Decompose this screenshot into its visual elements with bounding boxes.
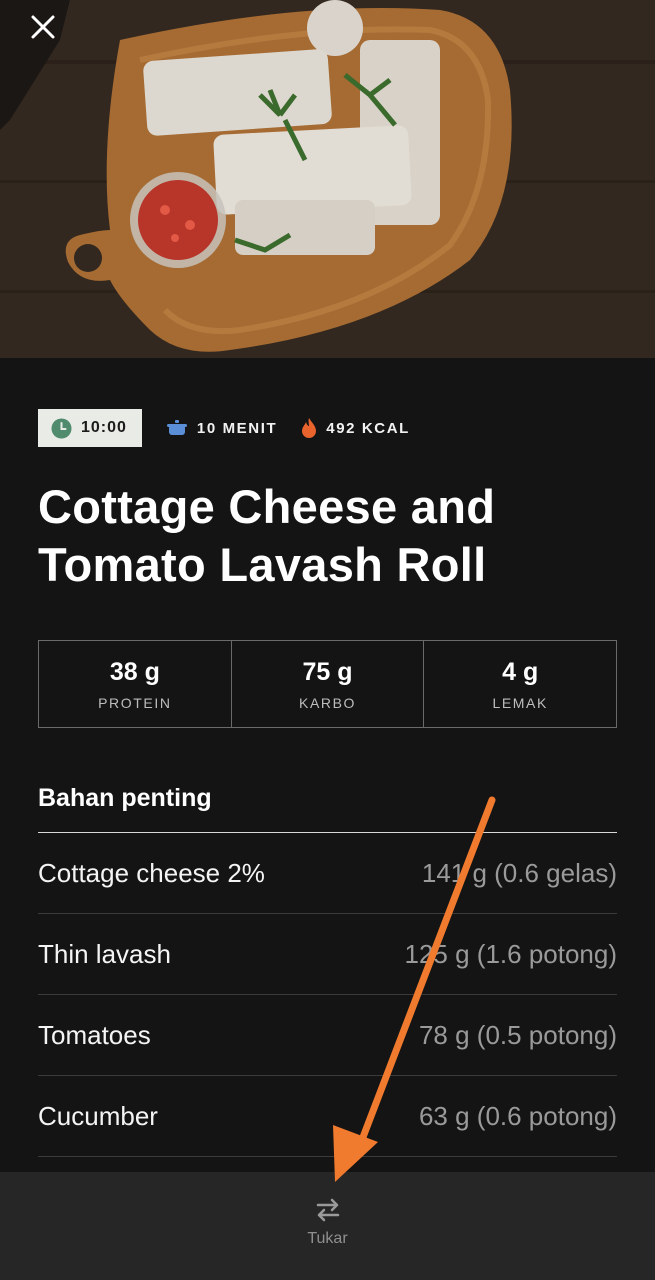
ingredients-heading: Bahan penting xyxy=(38,784,212,812)
list-item[interactable]: Cucumber 63 g (0.6 potong) xyxy=(38,1076,617,1157)
macro-value: 4 g xyxy=(502,657,539,686)
recipe-meta-row: 10:00 10 MENIT 492 KCAL xyxy=(38,409,410,447)
ingredient-name: Thin lavash xyxy=(38,938,171,969)
ingredient-name: Cucumber xyxy=(38,1100,158,1131)
list-item[interactable]: Tomatoes 78 g (0.5 potong) xyxy=(38,995,617,1076)
pot-icon xyxy=(166,419,188,437)
recipe-title: Cottage Cheese and Tomato Lavash Roll xyxy=(38,480,496,591)
time-chip[interactable]: 10:00 xyxy=(38,409,142,447)
macro-label: PROTEIN xyxy=(98,694,172,711)
macro-protein: 38 g PROTEIN xyxy=(39,641,232,727)
list-item[interactable]: Cottage cheese 2% 141 g (0.6 gelas) xyxy=(38,833,617,914)
time-value: 10:00 xyxy=(81,419,127,436)
ingredients-list: Cottage cheese 2% 141 g (0.6 gelas) Thin… xyxy=(38,832,617,1157)
flame-icon xyxy=(301,417,317,439)
swap-button[interactable]: Tukar xyxy=(307,1196,348,1280)
swap-arrows-icon xyxy=(316,1198,339,1222)
calories-text: 492 KCAL xyxy=(326,419,410,437)
macros-table: 38 g PROTEIN 75 g KARBO 4 g LEMAK xyxy=(38,640,617,728)
ingredient-amount: 125 g (1.6 potong) xyxy=(404,938,618,969)
macro-value: 38 g xyxy=(109,657,160,686)
recipe-photo xyxy=(0,0,655,358)
macro-label: LEMAK xyxy=(492,694,548,711)
calories-info: 492 KCAL xyxy=(301,417,410,439)
clock-icon xyxy=(51,418,72,439)
ingredient-amount: 78 g (0.5 potong) xyxy=(418,1019,617,1050)
macro-label: KARBO xyxy=(299,694,357,711)
ingredient-name: Cottage cheese 2% xyxy=(38,857,265,888)
close-icon xyxy=(31,15,55,39)
ingredient-name: Tomatoes xyxy=(38,1019,151,1050)
duration-text: 10 MENIT xyxy=(196,419,278,437)
macro-carbs: 75 g KARBO xyxy=(232,641,425,727)
bottom-bar: Tukar xyxy=(0,1172,655,1280)
ingredient-amount: 141 g (0.6 gelas) xyxy=(421,857,617,888)
close-button[interactable] xyxy=(30,14,70,54)
ingredient-amount: 63 g (0.6 potong) xyxy=(418,1100,617,1131)
swap-label: Tukar xyxy=(307,1230,348,1247)
macro-value: 75 g xyxy=(302,657,353,686)
duration-info: 10 MENIT xyxy=(166,419,277,437)
macro-fat: 4 g LEMAK xyxy=(424,641,616,727)
list-item[interactable]: Thin lavash 125 g (1.6 potong) xyxy=(38,914,617,995)
